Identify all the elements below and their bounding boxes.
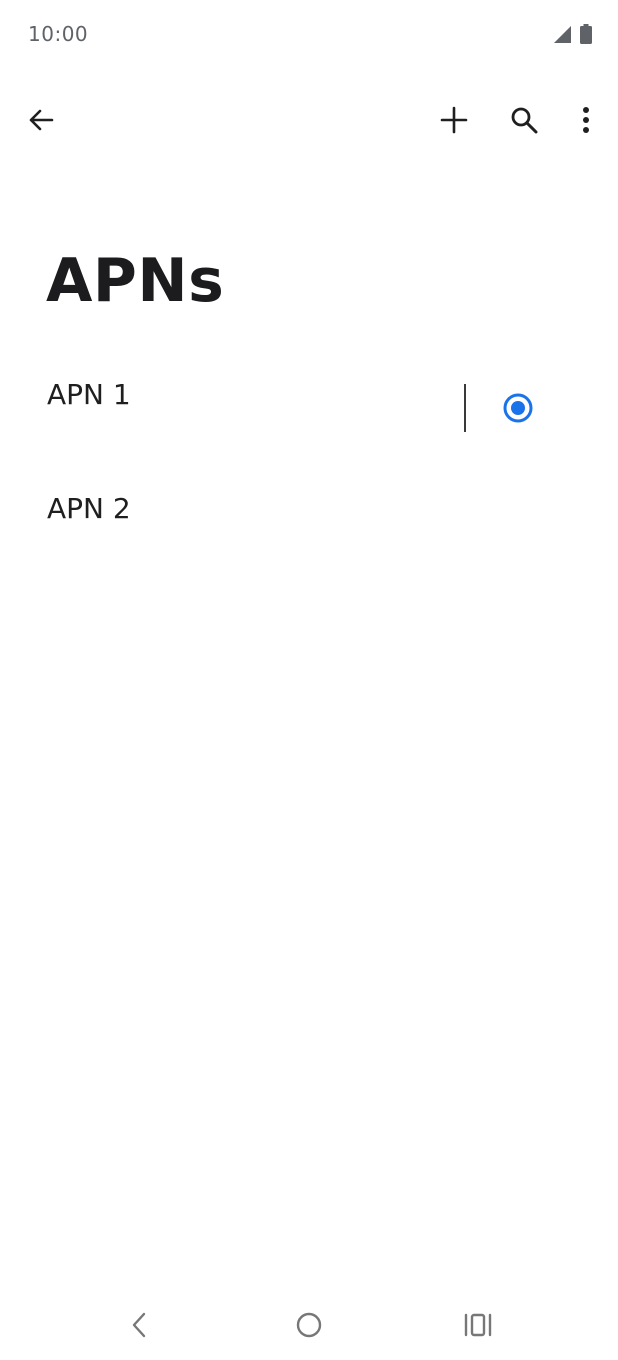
- back-button[interactable]: [17, 96, 65, 144]
- list-item-apn-2[interactable]: APN 2: [0, 474, 618, 570]
- apn-label: APN 2: [47, 492, 131, 525]
- add-apn-button[interactable]: [430, 96, 478, 144]
- search-icon: [510, 106, 538, 134]
- page-title: APNs: [46, 246, 225, 316]
- signal-icon: [552, 24, 572, 44]
- nav-back-icon: [129, 1311, 149, 1339]
- divider: [464, 384, 466, 432]
- apn-1-radio-selected[interactable]: [498, 388, 538, 428]
- nav-home-icon: [295, 1311, 323, 1339]
- nav-home-button[interactable]: [281, 1300, 337, 1350]
- more-options-button[interactable]: [562, 96, 610, 144]
- status-icons: [552, 24, 592, 44]
- add-icon: [440, 106, 468, 134]
- apn-label: APN 1: [47, 378, 131, 411]
- nav-back-button[interactable]: [111, 1300, 167, 1350]
- battery-icon: [580, 24, 592, 44]
- list-item-apn-1[interactable]: APN 1: [0, 360, 618, 456]
- status-time: 10:00: [28, 22, 89, 46]
- nav-recents-button[interactable]: [450, 1300, 506, 1350]
- more-vert-icon: [582, 106, 590, 134]
- search-button[interactable]: [500, 96, 548, 144]
- apn-settings-screen: 10:00 APNs APN 1 APN 2: [0, 0, 618, 1360]
- nav-recents-icon: [464, 1313, 492, 1337]
- back-arrow-icon: [27, 106, 55, 134]
